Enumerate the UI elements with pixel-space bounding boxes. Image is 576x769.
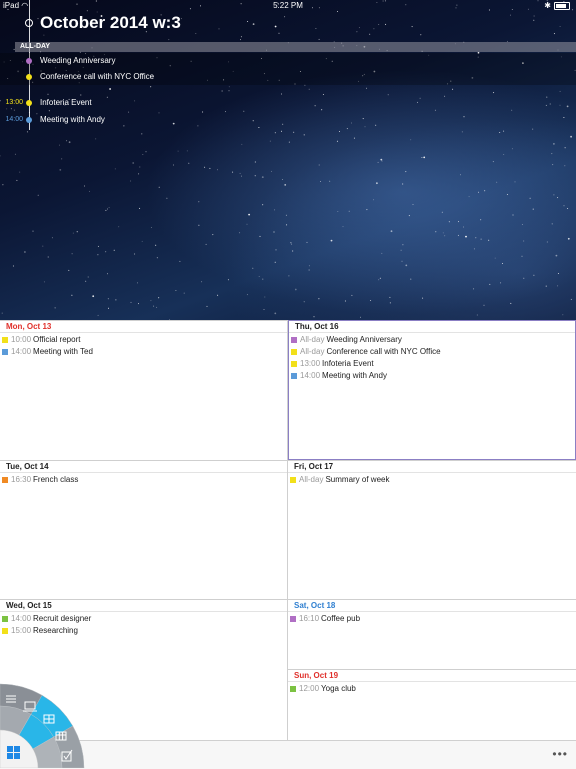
- day-event-time: 15:00: [11, 626, 32, 635]
- agenda-item[interactable]: Conference call with NYC Office: [0, 69, 576, 85]
- day-event-title: Weeding Anniversary: [326, 335, 402, 344]
- day-event-title: Meeting with Andy: [322, 371, 387, 380]
- day-event-title: Yoga club: [321, 684, 356, 693]
- battery-icon: [554, 2, 570, 10]
- day-cell-fri[interactable]: Fri, Oct 17 All-day Summary of week: [288, 460, 576, 599]
- day-event-title: Summary of week: [325, 475, 390, 484]
- day-event-title: French class: [33, 475, 79, 484]
- day-header: Tue, Oct 14: [0, 461, 287, 473]
- event-color-dot-icon: [26, 117, 32, 123]
- event-color-dot-icon: [26, 58, 32, 64]
- agenda-item-label: Infoteria Event: [40, 98, 92, 107]
- day-event-time: 13:00: [300, 359, 321, 368]
- day-cell-mon[interactable]: Mon, Oct 13 10:00 Official report 14:00 Mee…: [0, 320, 288, 460]
- day-event-title: Official report: [33, 335, 81, 344]
- more-button[interactable]: •••: [552, 747, 568, 761]
- bluetooth-icon: ✱: [544, 1, 551, 10]
- day-event-time: 14:00: [11, 614, 32, 623]
- day-header: Sun, Oct 19: [288, 670, 576, 682]
- day-event[interactable]: All-day Conference call with NYC Office: [289, 346, 575, 358]
- event-color-square-icon: [290, 685, 296, 692]
- day-events: 10:00 Official report 14:00 Meeting with Te…: [0, 333, 287, 358]
- app-home-icon[interactable]: [7, 746, 21, 760]
- status-time: 5:22 PM: [273, 1, 303, 10]
- day-header: Fri, Oct 17: [288, 461, 576, 473]
- agenda-item[interactable]: 13:00 Infoteria Event: [0, 95, 576, 111]
- event-color-square-icon: [2, 476, 8, 483]
- day-event[interactable]: 10:00 Official report: [0, 334, 287, 346]
- day-event[interactable]: All-day Weeding Anniversary: [289, 334, 575, 346]
- event-color-dot-icon: [26, 74, 32, 80]
- allday-section-label: ALL-DAY: [15, 42, 576, 52]
- agenda-item-time: 13:00: [5, 99, 23, 106]
- day-event-time: 12:00: [299, 684, 320, 693]
- agenda-item-time: 14:00: [5, 116, 23, 123]
- day-events: 16:10 Coffee pub: [288, 612, 576, 625]
- day-cell-tue[interactable]: Tue, Oct 14 16:30 French class: [0, 460, 288, 599]
- event-color-square-icon: [2, 336, 8, 343]
- day-event-time: 14:00: [11, 347, 32, 356]
- event-color-square-icon: [290, 615, 296, 622]
- day-event-time: All-day: [300, 347, 325, 356]
- status-bar: iPad ◠ 5:22 PM ✱: [0, 0, 576, 12]
- day-event[interactable]: 16:10 Coffee pub: [288, 613, 576, 625]
- day-event[interactable]: All-day Summary of week: [288, 474, 576, 486]
- agenda-item-label: Conference call with NYC Office: [40, 72, 155, 81]
- status-right: ✱: [544, 0, 570, 12]
- day-events: 12:00 Yoga club: [288, 682, 576, 695]
- agenda-item-label: Weeding Anniversary: [40, 56, 116, 65]
- day-header: Thu, Oct 16: [289, 321, 575, 333]
- day-events: 16:30 French class: [0, 473, 287, 486]
- day-event[interactable]: 14:00 Recruit designer: [0, 613, 287, 625]
- day-event-title: Conference call with NYC Office: [326, 347, 441, 356]
- event-color-square-icon: [290, 476, 296, 483]
- event-color-square-icon: [291, 372, 297, 379]
- day-event-title: Researching: [33, 626, 78, 635]
- timeline-marker-icon: [25, 19, 33, 27]
- day-event-time: 16:10: [299, 614, 320, 623]
- day-event-title: Coffee pub: [321, 614, 361, 623]
- event-color-square-icon: [2, 348, 8, 355]
- event-color-square-icon: [2, 627, 8, 634]
- day-event[interactable]: 14:00 Meeting with Andy: [289, 370, 575, 382]
- day-event-time: All-day: [299, 475, 324, 484]
- day-event-time: 16:30: [11, 475, 32, 484]
- day-header: Sat, Oct 18: [288, 600, 576, 612]
- agenda-item[interactable]: Weeding Anniversary: [0, 53, 576, 69]
- event-color-square-icon: [291, 336, 297, 343]
- day-event[interactable]: 15:00 Researching: [0, 625, 287, 637]
- day-event-title: Infoteria Event: [322, 359, 374, 368]
- day-header: Wed, Oct 15: [0, 600, 287, 612]
- day-event-title: Recruit designer: [33, 614, 92, 623]
- event-color-dot-icon: [26, 100, 32, 106]
- event-color-square-icon: [2, 615, 8, 622]
- page-title[interactable]: October 2014 w:3: [40, 13, 181, 33]
- day-cell-sun[interactable]: Sun, Oct 19 12:00 Yoga club: [288, 669, 576, 740]
- event-color-square-icon: [291, 348, 297, 355]
- day-event[interactable]: 16:30 French class: [0, 474, 287, 486]
- day-event[interactable]: 14:00 Meeting with Ted: [0, 346, 287, 358]
- day-cell-thu[interactable]: Thu, Oct 16 All-day Weeding Anniversary Al…: [288, 320, 576, 460]
- day-event-time: All-day: [300, 335, 325, 344]
- day-events: All-day Weeding Anniversary All-day Confere…: [289, 333, 575, 382]
- day-event-time: 14:00: [300, 371, 321, 380]
- day-events: 14:00 Recruit designer 15:00 Researching: [0, 612, 287, 637]
- day-event-title: Meeting with Ted: [33, 347, 93, 356]
- agenda-item-label: Meeting with Andy: [40, 115, 105, 124]
- agenda-item[interactable]: 14:00 Meeting with Andy: [0, 112, 576, 128]
- event-color-square-icon: [291, 360, 297, 367]
- day-event-time: 10:00: [11, 335, 32, 344]
- day-event[interactable]: 12:00 Yoga club: [288, 683, 576, 695]
- day-header: Mon, Oct 13: [0, 321, 287, 333]
- agenda-background: iPad ◠ 5:22 PM ✱ October 2014 w:3 ALL-DA…: [0, 0, 576, 320]
- day-event[interactable]: 13:00 Infoteria Event: [289, 358, 575, 370]
- day-cell-sat[interactable]: Sat, Oct 18 16:10 Coffee pub: [288, 599, 576, 669]
- day-events: All-day Summary of week: [288, 473, 576, 486]
